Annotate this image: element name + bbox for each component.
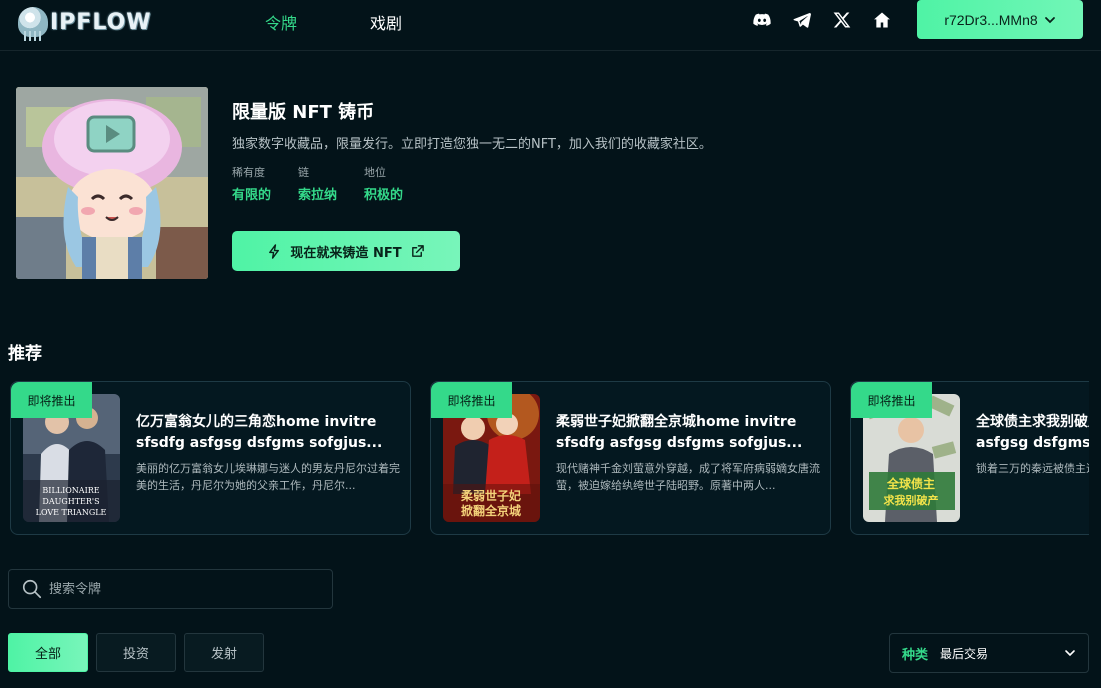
poster-text: 全球债主 bbox=[886, 476, 935, 491]
logo[interactable]: IPFLOW bbox=[18, 4, 152, 41]
drama-card-title-line: asfgsg dsfgms sofgjus... bbox=[976, 435, 1089, 451]
drama-card-title-line: 全球债主求我别破产home invitre bbox=[976, 414, 1089, 430]
stat-label: 稀有度 bbox=[232, 166, 265, 179]
drama-card-description: 现代赌神千金刘萤意外穿越，成了将军府病弱嫡女唐流萤，被迫嫁给纨绔世子陆昭野。原著… bbox=[556, 462, 820, 492]
drama-card-title: 柔弱世子妃掀翻全京城home invitre sfsdfg asfgsg dsf… bbox=[556, 412, 822, 454]
chevron-down-icon bbox=[1044, 16, 1055, 23]
wallet-address: r72Dr3...MMn8 bbox=[944, 11, 1038, 28]
jellyfish-logo-icon bbox=[18, 7, 48, 41]
stat-value: 有限的 bbox=[232, 188, 272, 203]
hero-description: 独家数字收藏品，限量发行。立即打造您独一无二的NFT，加入我们的收藏家社区。 bbox=[232, 137, 712, 152]
poster-text: 求我别破产 bbox=[884, 493, 939, 507]
search-input[interactable] bbox=[49, 581, 309, 597]
stat-status: 地位 积极的 bbox=[364, 164, 403, 203]
poster-text: DAUGHTER'S bbox=[42, 497, 99, 506]
main-nav: 令牌 戏剧 bbox=[265, 10, 402, 34]
chevron-down-icon bbox=[1065, 650, 1075, 657]
drama-card[interactable]: 全球债主 求我别破产 即将推出 全球债主求我别破产home invitre as… bbox=[850, 381, 1089, 535]
poster-text: 柔弱世子妃 bbox=[460, 488, 521, 503]
drama-card-title: 全球债主求我别破产home invitre asfgsg dsfgms sofg… bbox=[976, 412, 1089, 454]
search-icon bbox=[22, 579, 42, 599]
drama-card-title-line: 亿万富翁女儿的三角恋home invitre bbox=[136, 414, 377, 430]
token-search-box[interactable] bbox=[8, 569, 333, 609]
social-links bbox=[752, 10, 892, 30]
lightning-icon bbox=[269, 243, 280, 259]
tab-dramas[interactable]: 戏剧 bbox=[370, 10, 402, 34]
drama-card-title-line: sfsdfg asfgsg dsfgms sofgjus... bbox=[556, 435, 803, 451]
coming-soon-badge: 即将推出 bbox=[431, 382, 512, 418]
poster-text: 掀翻全京城 bbox=[461, 503, 521, 518]
mint-nft-button[interactable]: 现在就来铸造 NFT bbox=[232, 231, 460, 271]
drama-card-title: 亿万富翁女儿的三角恋home invitre sfsdfg asfgsg dsf… bbox=[136, 412, 402, 454]
home-icon[interactable] bbox=[872, 10, 892, 30]
stat-value: 索拉纳 bbox=[298, 188, 338, 203]
stat-rarity: 稀有度 有限的 bbox=[232, 164, 271, 203]
logo-text: IPFLOW bbox=[50, 9, 152, 35]
tab-tokens[interactable]: 令牌 bbox=[265, 10, 297, 34]
poster-text: LOVE TRIANGLE bbox=[36, 508, 107, 517]
x-icon[interactable] bbox=[832, 10, 852, 30]
external-link-icon bbox=[411, 244, 424, 257]
sort-value: 最后交易 bbox=[940, 646, 989, 661]
telegram-icon[interactable] bbox=[792, 10, 812, 30]
drama-card-description: 锁着三万的秦远被债主追到了持有三万亿的秦远... bbox=[976, 462, 1089, 475]
drama-card[interactable]: 柔弱世子妃 掀翻全京城 即将推出 柔弱世子妃掀翻全京城home invitre … bbox=[430, 381, 831, 535]
filter-invest[interactable]: 投资 bbox=[96, 633, 176, 672]
wallet-button[interactable]: r72Dr3...MMn8 bbox=[917, 0, 1083, 39]
sort-label: 种类 bbox=[902, 647, 929, 663]
recommended-carousel[interactable]: BILLIONAIRE DAUGHTER'S LOVE TRIANGLE 即将推… bbox=[10, 381, 1089, 535]
stat-value: 积极的 bbox=[364, 188, 404, 203]
stat-label: 链 bbox=[298, 166, 309, 179]
recommended-title: 推荐 bbox=[8, 344, 42, 364]
filter-all[interactable]: 全部 bbox=[8, 633, 88, 672]
discord-icon[interactable] bbox=[752, 10, 772, 30]
drama-card-title-line: sfsdfg asfgsg dsfgms sofgjus... bbox=[136, 435, 383, 451]
mint-button-label: 现在就来铸造 NFT bbox=[290, 245, 402, 261]
hero-title: 限量版 NFT 铸币 bbox=[232, 102, 375, 123]
stat-label: 地位 bbox=[364, 166, 386, 179]
drama-card-title-line: 柔弱世子妃掀翻全京城home invitre bbox=[556, 414, 797, 430]
drama-card[interactable]: BILLIONAIRE DAUGHTER'S LOVE TRIANGLE 即将推… bbox=[10, 381, 411, 535]
top-header: IPFLOW 令牌 戏剧 r72Dr3...MMn8 bbox=[0, 0, 1101, 51]
filter-launch[interactable]: 发射 bbox=[184, 633, 264, 672]
poster-text: BILLIONAIRE bbox=[42, 486, 99, 495]
drama-card-description: 美丽的亿万富翁女儿埃琳娜与迷人的男友丹尼尔过着完美的生活，丹尼尔为她的父亲工作，… bbox=[136, 462, 400, 492]
stat-chain: 链 索拉纳 bbox=[298, 164, 337, 203]
sort-select[interactable]: 种类 最后交易 bbox=[889, 633, 1089, 673]
coming-soon-badge: 即将推出 bbox=[851, 382, 932, 418]
nft-artwork bbox=[16, 87, 208, 279]
coming-soon-badge: 即将推出 bbox=[11, 382, 92, 418]
